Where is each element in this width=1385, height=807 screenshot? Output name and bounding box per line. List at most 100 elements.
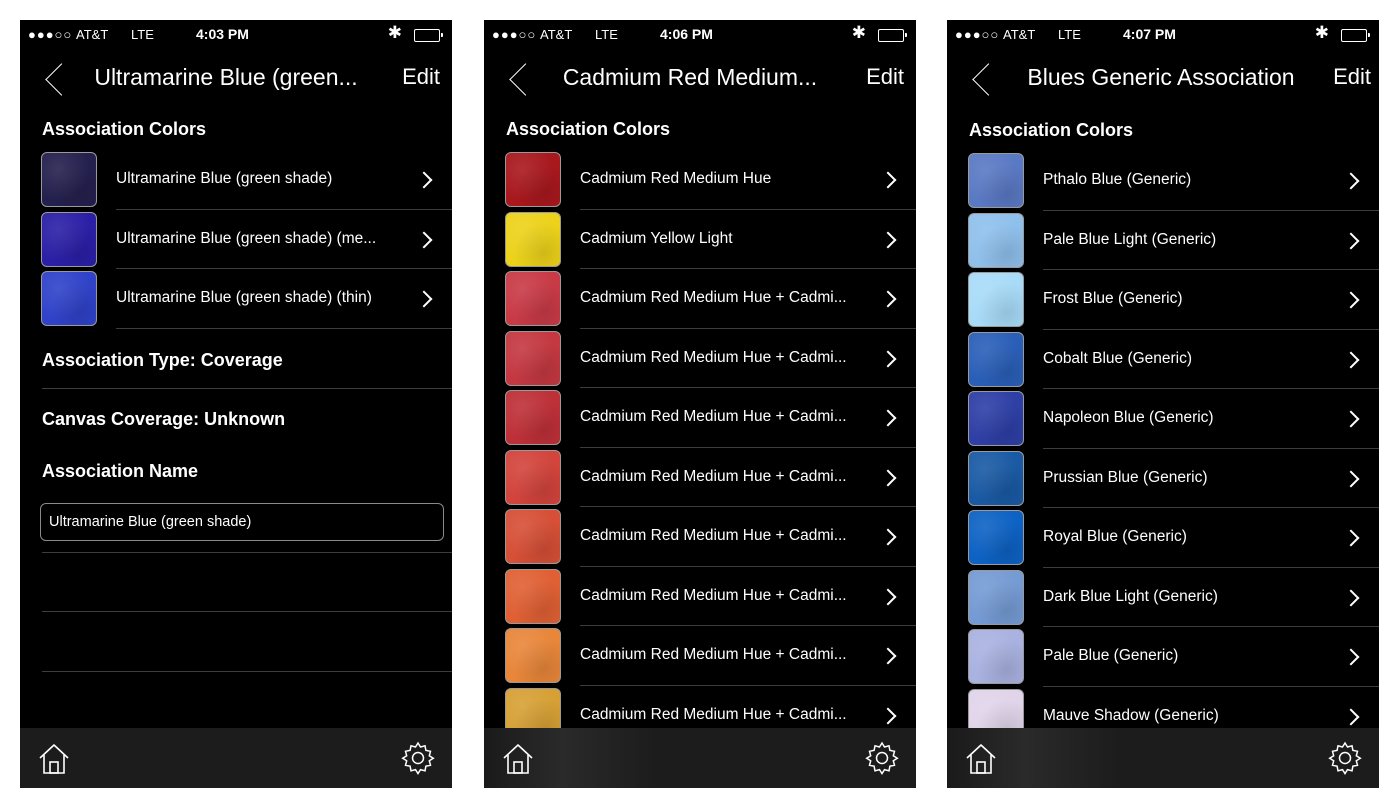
list-item[interactable]: Cadmium Red Medium Hue + Cadmi... — [484, 626, 916, 686]
chevron-right-icon — [1342, 589, 1360, 606]
color-swatch — [505, 449, 561, 505]
color-swatch — [505, 330, 561, 386]
list-item-label: Ultramarine Blue (green shade) (me... — [116, 229, 377, 247]
network-type-label: LTE — [595, 27, 618, 42]
canvas-coverage: Canvas Coverage: Unknown — [42, 409, 286, 429]
list-item[interactable]: Pthalo Blue (Generic) — [947, 151, 1379, 211]
association-name-input[interactable] — [40, 503, 444, 541]
tab-bar — [484, 728, 916, 788]
list-item-label: Frost Blue (Generic) — [1043, 290, 1183, 307]
tab-bar — [947, 728, 1379, 788]
color-swatch — [968, 629, 1024, 684]
list-item-label: Pale Blue Light (Generic) — [1043, 230, 1217, 248]
list-item-label: Cadmium Red Medium Hue — [580, 170, 772, 187]
status-bar: ●●●○○ AT&T LTE 4:03 PM ✱ — [20, 20, 452, 48]
status-bar: ●●●○○ AT&T LTE 4:06 PM ✱ — [484, 20, 916, 48]
color-swatch — [968, 569, 1024, 625]
back-button[interactable] — [506, 66, 530, 90]
color-swatch — [968, 331, 1024, 387]
navigation-bar: Ultramarine Blue (green... Edit — [20, 48, 452, 108]
color-swatch — [968, 450, 1024, 506]
navigation-bar: Cadmium Red Medium... Edit — [484, 48, 916, 108]
color-swatch — [968, 272, 1024, 327]
chevron-right-icon — [1342, 351, 1360, 368]
list-item[interactable]: Cobalt Blue (Generic) — [947, 330, 1379, 389]
gear-icon[interactable] — [1327, 740, 1363, 776]
list-item-label: Cadmium Red Medium Hue + Cadmi... — [580, 408, 847, 425]
list-item[interactable]: Cadmium Red Medium Hue + Cadmi... — [484, 388, 916, 448]
chevron-right-icon — [879, 588, 897, 605]
list-item-label: Ultramarine Blue (green shade) (thin) — [116, 289, 372, 306]
edit-button[interactable]: Edit — [402, 64, 440, 90]
list-item-label: Ultramarine Blue (green shade) — [116, 170, 333, 187]
back-button[interactable] — [969, 66, 993, 90]
gear-icon[interactable] — [864, 740, 900, 776]
divider — [42, 388, 452, 389]
signal-strength-icon: ●●●○○ — [492, 27, 537, 42]
bluetooth-icon: ✱ — [1314, 23, 1329, 42]
list-item[interactable]: Frost Blue (Generic) — [947, 270, 1379, 330]
color-swatch — [968, 212, 1024, 268]
list-item[interactable]: Prussian Blue (Generic) — [947, 449, 1379, 508]
chevron-right-icon — [415, 231, 433, 248]
list-item-label: Cadmium Red Medium Hue + Cadmi... — [580, 705, 847, 723]
edit-button[interactable]: Edit — [1333, 64, 1371, 90]
color-swatch — [41, 211, 97, 267]
list-item[interactable]: Napoleon Blue (Generic) — [947, 389, 1379, 449]
home-icon[interactable] — [37, 742, 71, 776]
list-item-label: Cadmium Yellow Light — [580, 229, 733, 247]
association-type: Association Type: Coverage — [42, 350, 283, 370]
home-icon[interactable] — [501, 742, 535, 776]
list-item[interactable]: Dark Blue Light (Generic) — [947, 568, 1379, 627]
list-item[interactable]: Pale Blue (Generic) — [947, 627, 1379, 687]
chevron-right-icon — [879, 350, 897, 367]
list-item[interactable]: Cadmium Red Medium Hue + Cadmi... — [484, 448, 916, 507]
section-title-association-colors: Association Colors — [969, 120, 1134, 140]
association-colors-list: Pthalo Blue (Generic) Pale Blue Light (Ge… — [947, 151, 1379, 746]
list-item[interactable]: Royal Blue (Generic) — [947, 508, 1379, 568]
network-type-label: LTE — [1058, 27, 1081, 42]
list-item[interactable]: Cadmium Red Medium Hue — [484, 150, 916, 210]
list-item[interactable]: Ultramarine Blue (green shade) (me... — [20, 210, 452, 269]
list-item[interactable]: Cadmium Red Medium Hue + Cadmi... — [484, 507, 916, 567]
chevron-right-icon — [1342, 529, 1360, 547]
status-time: 4:07 PM — [1123, 26, 1176, 42]
color-swatch — [968, 153, 1024, 208]
color-swatch — [505, 271, 561, 326]
chevron-right-icon — [879, 231, 897, 248]
chevron-right-icon — [879, 290, 897, 308]
chevron-right-icon — [1342, 708, 1360, 725]
home-icon[interactable] — [964, 742, 998, 776]
edit-button[interactable]: Edit — [866, 64, 904, 90]
gear-icon[interactable] — [400, 740, 436, 776]
signal-strength-icon: ●●●○○ — [28, 27, 73, 42]
list-item-label: Napoleon Blue (Generic) — [1043, 409, 1214, 426]
color-swatch — [505, 211, 561, 267]
list-item[interactable]: Ultramarine Blue (green shade) — [20, 150, 452, 210]
list-item[interactable]: Cadmium Red Medium Hue + Cadmi... — [484, 329, 916, 388]
list-item[interactable]: Cadmium Yellow Light — [484, 210, 916, 269]
color-swatch — [968, 391, 1024, 446]
back-button[interactable] — [42, 66, 66, 90]
list-item[interactable]: Cadmium Red Medium Hue + Cadmi... — [484, 269, 916, 329]
carrier-label: AT&T — [1003, 27, 1036, 42]
chevron-right-icon — [1342, 232, 1360, 249]
section-title-association-colors: Association Colors — [506, 119, 671, 139]
chevron-right-icon — [879, 469, 897, 486]
section-title-association-colors: Association Colors — [42, 119, 207, 139]
color-swatch — [41, 152, 97, 207]
divider — [42, 671, 452, 672]
list-item[interactable]: Ultramarine Blue (green shade) (thin) — [20, 269, 452, 329]
association-name-label: Association Name — [42, 461, 199, 481]
network-type-label: LTE — [131, 27, 154, 42]
bluetooth-icon: ✱ — [387, 23, 402, 42]
page-title: Blues Generic Association — [1027, 64, 1295, 90]
bluetooth-icon: ✱ — [851, 23, 866, 42]
phone-screen-cadmium-red: ●●●○○ AT&T LTE 4:06 PM ✱ Cadmium Red Med… — [484, 20, 916, 788]
list-item[interactable]: Cadmium Red Medium Hue + Cadmi... — [484, 567, 916, 626]
divider — [42, 552, 452, 553]
color-swatch — [41, 271, 97, 326]
list-item[interactable]: Pale Blue Light (Generic) — [947, 211, 1379, 270]
chevron-right-icon — [1342, 291, 1360, 309]
divider — [42, 611, 452, 612]
